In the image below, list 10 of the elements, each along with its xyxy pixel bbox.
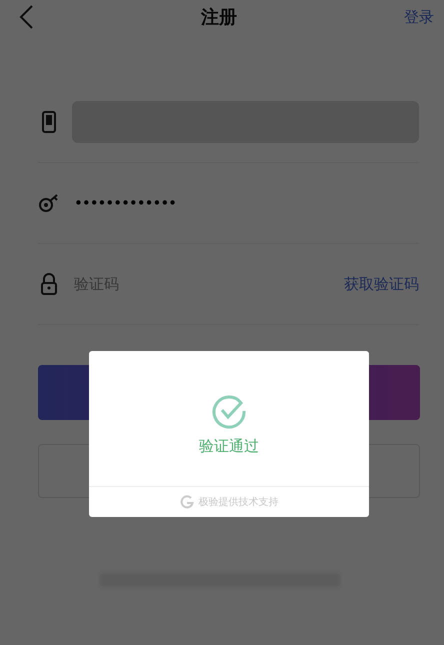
brand-logo-icon [180, 495, 194, 509]
page-title: 注册 [201, 6, 237, 29]
key-icon [38, 193, 60, 213]
login-link[interactable]: 登录 [404, 8, 434, 26]
check-circle-icon [211, 393, 247, 429]
lock-icon [38, 273, 60, 295]
get-code-link[interactable]: 获取验证码 [344, 274, 419, 294]
password-input-field[interactable]: ••••••••••••• [72, 193, 419, 213]
success-message: 验证通过 [199, 437, 259, 456]
back-icon[interactable] [18, 4, 34, 30]
